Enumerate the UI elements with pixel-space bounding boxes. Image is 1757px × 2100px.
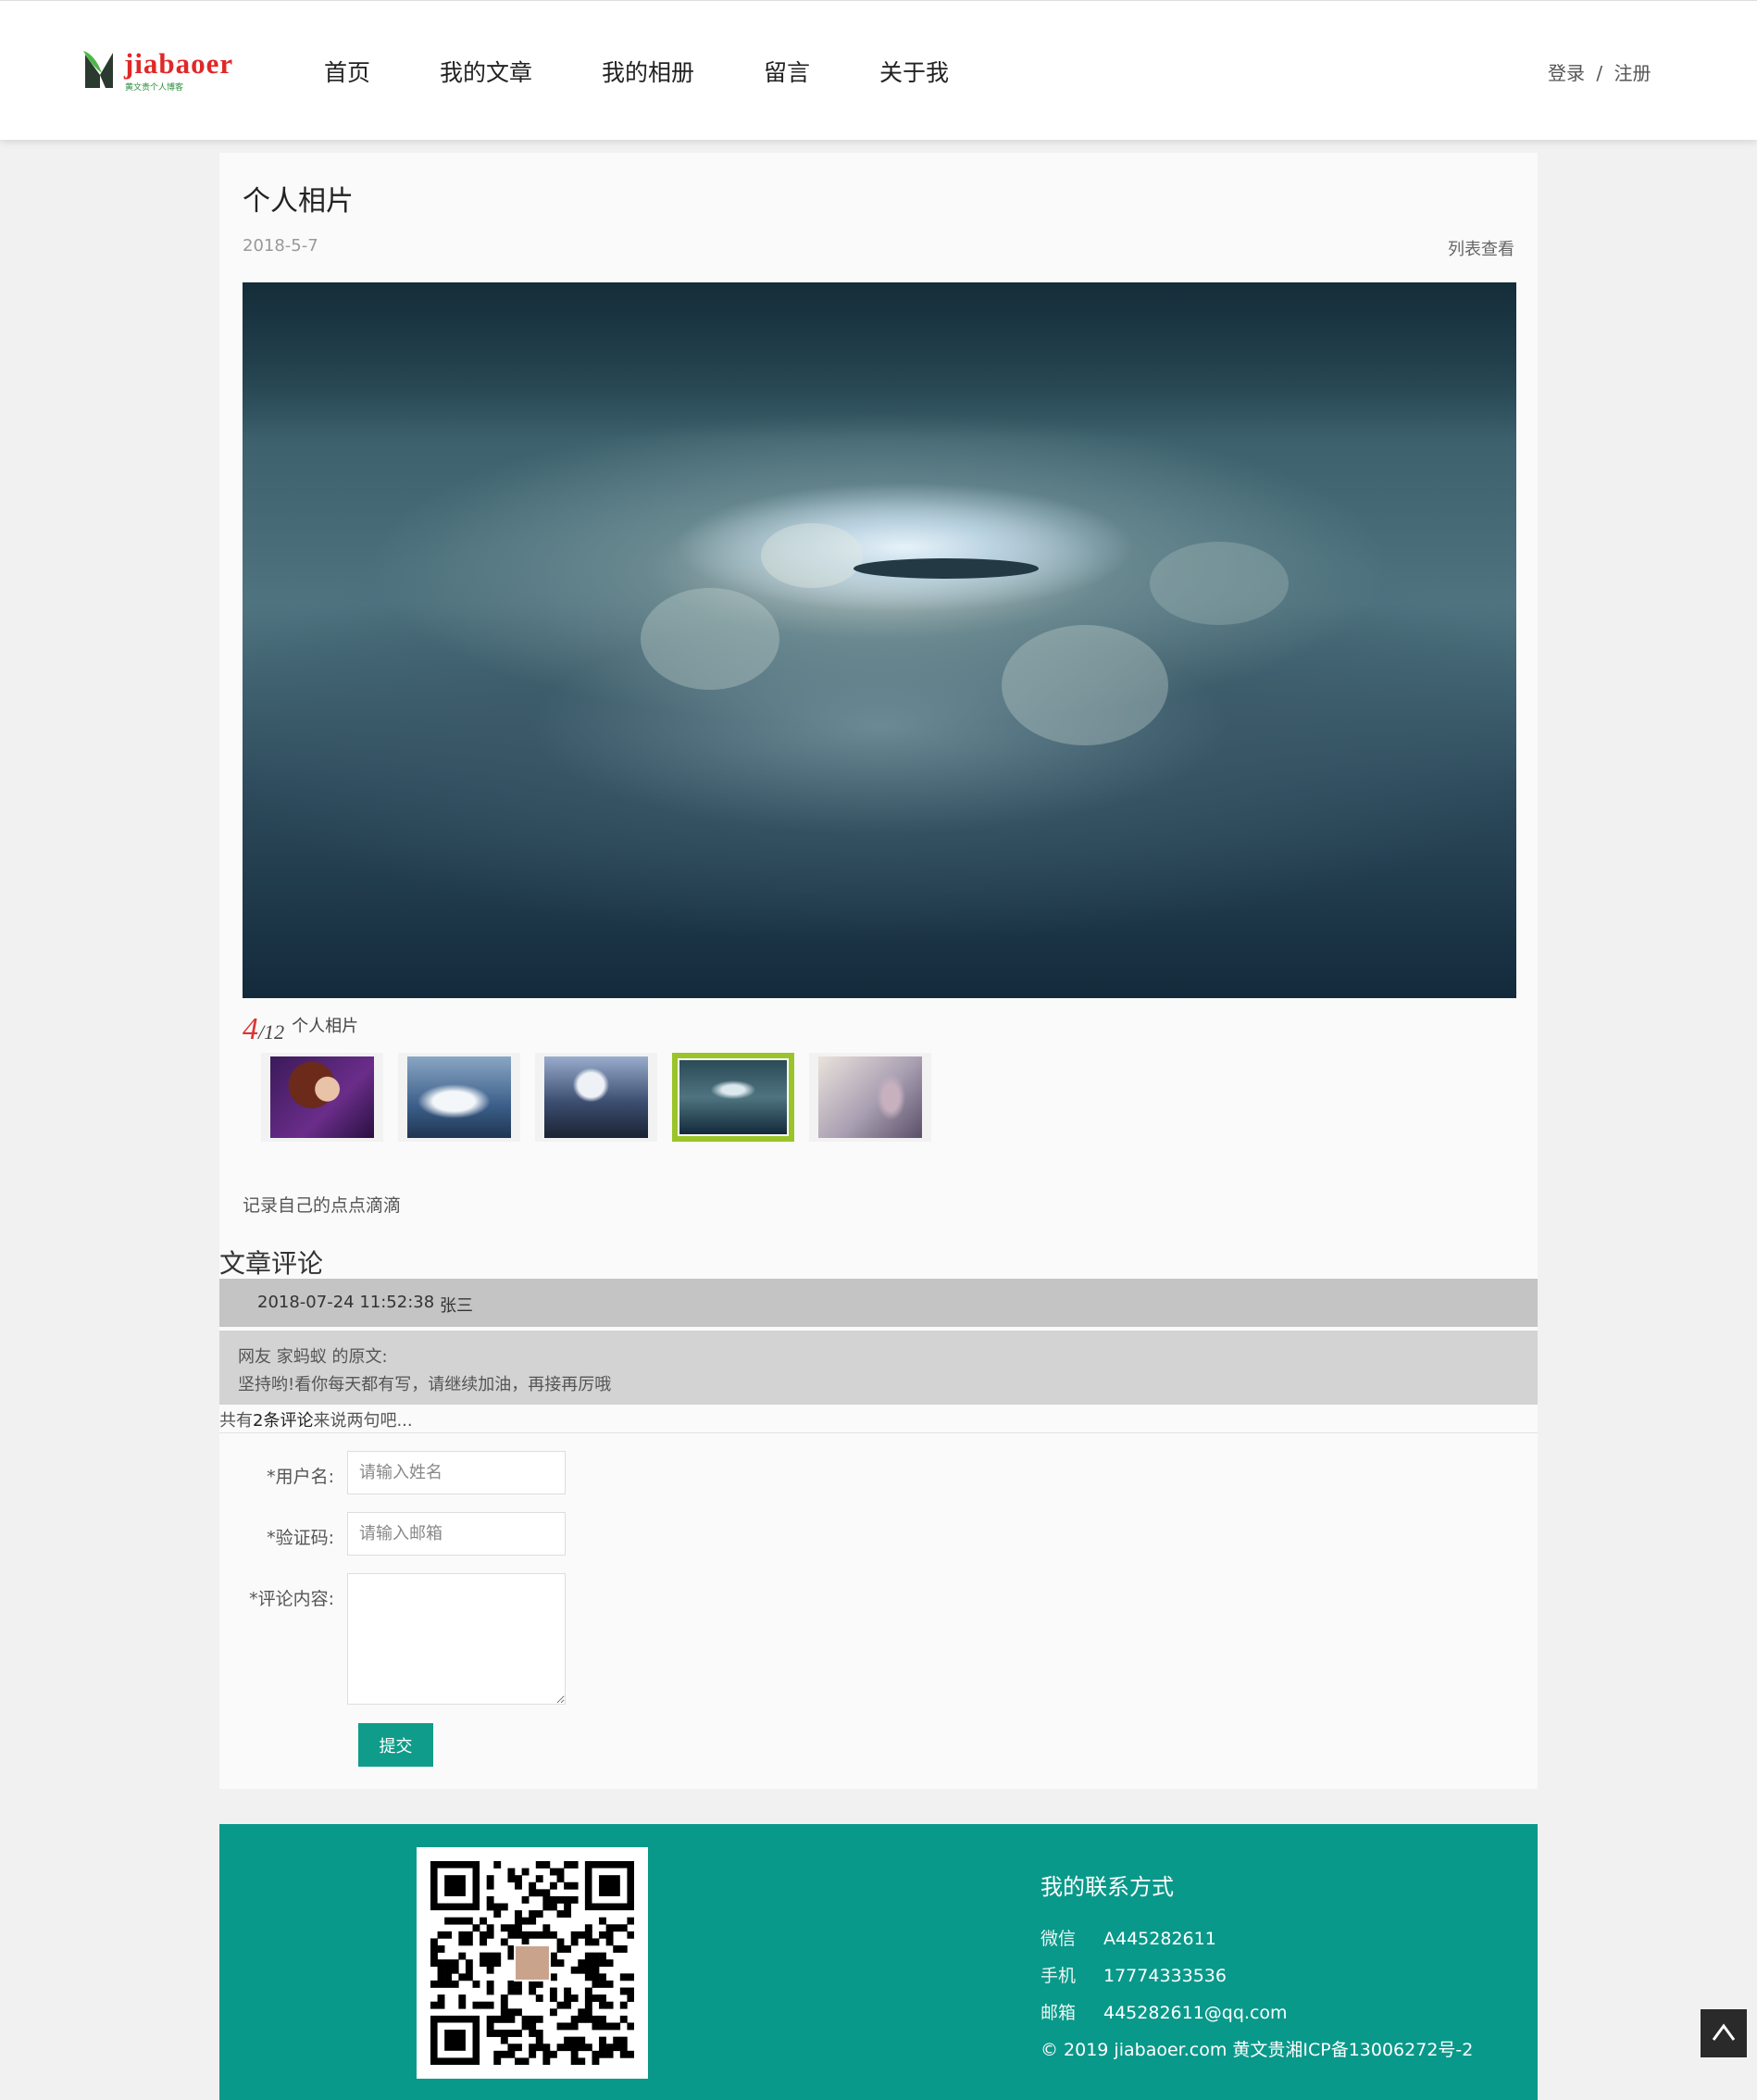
auth-links: 登录 / 注册 <box>1548 58 1651 85</box>
thumb-image <box>407 1056 511 1138</box>
album-date: 2018-5-7 <box>243 236 318 256</box>
nav-item-messages[interactable]: 留言 <box>764 55 810 88</box>
thumb-image <box>544 1056 648 1138</box>
comment-time: 2018-07-24 11:52:38 <box>257 1293 435 1312</box>
divider <box>219 1432 1538 1433</box>
comment-count-suffix: 来说两句吧... <box>313 1411 413 1431</box>
nav-item-album[interactable]: 我的相册 <box>602 55 694 88</box>
nav-item-home[interactable]: 首页 <box>324 55 370 88</box>
thumb-image <box>678 1058 789 1136</box>
submit-button[interactable]: 提交 <box>358 1723 433 1767</box>
page-title: 个人相片 <box>243 185 354 218</box>
photo-cloud <box>641 588 779 690</box>
photo-album-name: 个人相片 <box>292 1017 359 1035</box>
username-label: *用户名: <box>267 1467 334 1487</box>
wechat-label: 微信 <box>1040 1929 1077 1949</box>
photo-dark-sky <box>243 282 1516 441</box>
thumb-image <box>270 1056 374 1138</box>
login-link[interactable]: 登录 <box>1548 62 1585 84</box>
qr-code-icon <box>430 1861 634 2065</box>
contact-email: 邮箱 445282611@qq.com <box>1040 1999 1473 2036</box>
site-footer: 我的联系方式 微信 A445282611 手机 17774333536 邮箱 4452… <box>219 1824 1538 2100</box>
username-input[interactable] <box>347 1451 566 1494</box>
contact-wechat: 微信 A445282611 <box>1040 1925 1473 1962</box>
photo-cloud <box>1150 542 1289 625</box>
comment-count-prefix: 共有 <box>219 1411 253 1431</box>
phone-label: 手机 <box>1040 1966 1077 1986</box>
captcha-label: *验证码: <box>267 1528 334 1548</box>
captcha-input[interactable] <box>347 1512 566 1556</box>
photo-cloud <box>761 523 863 588</box>
nav-item-about[interactable]: 关于我 <box>879 55 949 88</box>
photo-cloud <box>1002 625 1168 745</box>
back-to-top-button[interactable] <box>1701 2009 1747 2057</box>
photo-lenticular-cloud <box>854 558 1039 579</box>
contact-phone: 手机 17774333536 <box>1040 1962 1473 1999</box>
photo-total: /12 <box>258 1020 285 1044</box>
thumbnail-4-active[interactable] <box>672 1053 794 1142</box>
phone-value: 17774333536 <box>1103 1966 1227 1986</box>
album-panel: 个人相片 2018-5-7 列表查看 4/12 个人相片 记录自己的点点滴滴 文章… <box>219 153 1538 1789</box>
comment-header: 2018-07-24 11:52:38 张三 <box>219 1279 1538 1327</box>
photo-counter: 4/12 个人相片 <box>243 1012 358 1047</box>
logo-mark-icon <box>83 51 113 88</box>
comment-count: 共有2条评论来说两句吧... <box>219 1407 413 1431</box>
main-photo[interactable] <box>243 282 1516 998</box>
comment-body: 网友 家蚂蚁 的原文: 坚持哟!看你每天都有写，请继续加油，再接再厉哦 <box>219 1331 1538 1405</box>
content-label: *评论内容: <box>249 1589 334 1609</box>
thumbnail-2[interactable] <box>398 1053 520 1142</box>
email-label: 邮箱 <box>1040 2003 1077 2023</box>
thumbnail-3[interactable] <box>535 1053 657 1142</box>
wechat-value: A445282611 <box>1103 1929 1216 1949</box>
auth-separator: / <box>1596 62 1603 84</box>
wechat-qr-code <box>417 1847 648 2079</box>
album-description: 记录自己的点点滴滴 <box>243 1195 402 1216</box>
logo-brand-text: jiabaoer <box>124 47 234 80</box>
comment-count-value: 2条 <box>253 1411 280 1431</box>
contact-title: 我的联系方式 <box>1040 1874 1174 1900</box>
thumbnail-1[interactable] <box>261 1053 383 1142</box>
site-header: jiabaoer 黄文贵个人博客 首页 我的文章 我的相册 留言 关于我 登录 … <box>0 0 1757 140</box>
comment-content: 坚持哟!看你每天都有写，请继续加油，再接再厉哦 <box>238 1375 612 1394</box>
register-link[interactable]: 注册 <box>1614 62 1651 84</box>
thumb-image <box>818 1056 922 1138</box>
site-logo[interactable]: jiabaoer 黄文贵个人博客 <box>81 45 243 94</box>
nav-item-articles[interactable]: 我的文章 <box>440 55 532 88</box>
chevron-up-icon <box>1712 2023 1736 2041</box>
comments-title: 文章评论 <box>219 1248 324 1279</box>
contact-info: 我的联系方式 微信 A445282611 手机 17774333536 邮箱 4452… <box>1040 1869 1473 2061</box>
comment-quote-line: 网友 家蚂蚁 的原文: <box>238 1347 388 1367</box>
comment-author: 张三 <box>440 1296 473 1316</box>
copyright: © 2019 jiabaoer.com 黄文贵湘ICP备13006272号-2 <box>1040 2040 1474 2060</box>
photo-current-index: 4 <box>243 1012 258 1046</box>
comment-count-mid: 评论 <box>280 1411 314 1431</box>
comment-textarea[interactable] <box>347 1573 566 1705</box>
email-value[interactable]: 445282611@qq.com <box>1103 2003 1288 2023</box>
logo-tagline: 黄文贵个人博客 <box>125 83 184 93</box>
list-view-link[interactable]: 列表查看 <box>1448 236 1514 260</box>
thumbnail-5[interactable] <box>809 1053 931 1142</box>
